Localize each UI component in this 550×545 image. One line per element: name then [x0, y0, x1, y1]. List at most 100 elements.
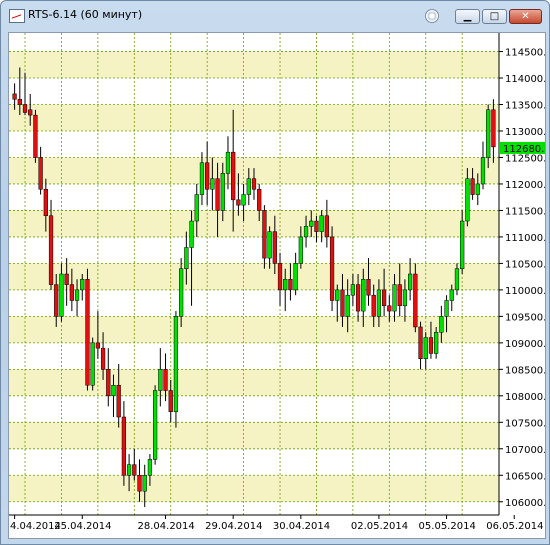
candle-body: [64, 273, 69, 285]
candle-body: [329, 236, 335, 301]
candle-body: [319, 215, 324, 232]
candle-body: [163, 369, 168, 391]
candle-body: [480, 157, 486, 185]
y-tick-label: 110000.: [505, 286, 545, 297]
y-tick-label: 112000.: [505, 180, 545, 191]
candle-body: [74, 289, 80, 301]
candle-body: [100, 347, 106, 370]
candle-body: [158, 369, 163, 391]
y-tick-label: 114500.: [505, 48, 545, 59]
candle-body: [28, 109, 33, 116]
candle-body: [85, 279, 90, 386]
title-bar[interactable]: RTS-6.14 (60 минут) ▁ □ ✕: [1, 1, 549, 31]
candle-body: [241, 194, 246, 206]
candle-body: [465, 178, 470, 222]
circle-icon[interactable]: [425, 9, 439, 23]
minimize-icon: ▁: [463, 11, 472, 22]
candle-body: [345, 294, 350, 317]
candle-body: [335, 289, 340, 301]
candle-body: [397, 284, 402, 307]
y-tick-label: 111000.: [505, 233, 545, 244]
candlestick-chart[interactable]: 106000. 106500. 107000. 107500. 108000. 10850…: [9, 33, 545, 538]
candle-body: [95, 342, 100, 349]
x-date-label: 30.04.2014: [273, 521, 330, 532]
candle-body: [59, 273, 64, 317]
candle-body: [231, 151, 236, 201]
x-date-label: 05.05.2014: [419, 521, 476, 532]
y-tick-label: 114000.: [505, 74, 545, 85]
chart-area[interactable]: 106000. 106500. 107000. 107500. 108000. 10850…: [8, 32, 546, 539]
candle-body: [340, 289, 345, 317]
candle-body: [152, 390, 158, 460]
candle-body: [387, 305, 392, 312]
candle-body: [428, 337, 434, 354]
minimize-button[interactable]: ▁: [455, 9, 480, 24]
candle-body: [324, 215, 329, 238]
x-date-label: 25.04.2014: [54, 521, 111, 532]
candle-body: [439, 316, 444, 333]
last-price-label: 112680.: [503, 144, 544, 155]
candle-body: [48, 215, 54, 285]
candle-body: [486, 109, 491, 158]
candle-body: [126, 464, 132, 476]
candle-body: [371, 294, 376, 317]
y-tick-label: 109500.: [505, 312, 545, 323]
maximize-button[interactable]: □: [482, 9, 507, 24]
candle-body: [246, 178, 251, 195]
candle-body: [205, 162, 210, 190]
y-tick-label: 107000.: [505, 445, 545, 456]
candle-body: [54, 284, 59, 317]
y-tick-label: 113000.: [505, 127, 545, 138]
candle-body: [184, 247, 189, 269]
candle-body: [147, 459, 153, 476]
candle-body: [38, 157, 43, 190]
candle-body: [106, 369, 111, 397]
x-date-label: 02.05.2014: [351, 521, 408, 532]
y-tick-label: 108500.: [505, 365, 545, 376]
candle-body: [189, 220, 194, 248]
close-button[interactable]: ✕: [509, 9, 542, 24]
candle-body: [142, 475, 147, 492]
candle-body: [80, 279, 85, 291]
candle-body: [262, 210, 267, 259]
candle-body: [381, 289, 387, 307]
candle-body: [220, 173, 225, 211]
candle-body: [355, 284, 361, 312]
y-tick-label: 108000.: [505, 392, 545, 403]
candle-body: [137, 475, 142, 492]
x-date-label: 06.05.2014: [486, 521, 543, 532]
candle-body: [303, 226, 309, 238]
candle-body: [199, 162, 205, 195]
x-date-label: 29.04.2014: [205, 521, 262, 532]
y-tick-label: 112500.: [505, 153, 545, 164]
candle-body: [12, 93, 17, 100]
window-title: RTS-6.14 (60 минут): [28, 8, 143, 21]
candle-body: [423, 337, 428, 359]
candle-body: [173, 316, 179, 412]
candle-body: [194, 194, 199, 222]
y-tick-label: 106000.: [505, 498, 545, 509]
candle-body: [298, 236, 303, 264]
candle-body: [272, 231, 277, 264]
x-date-label: 28.04.2014: [138, 521, 195, 532]
candle-body: [225, 151, 231, 174]
close-icon: ✕: [521, 11, 530, 22]
candle-body: [402, 289, 408, 307]
candle-body: [434, 332, 439, 354]
candle-body: [475, 183, 480, 195]
candle-body: [33, 114, 38, 158]
candle-body: [111, 384, 116, 397]
y-tick-label: 107500.: [505, 418, 545, 429]
candle-body: [283, 279, 288, 291]
candle-body: [168, 390, 173, 412]
candle-body: [288, 279, 293, 291]
maximize-icon: □: [489, 11, 500, 22]
candle-body: [22, 104, 28, 113]
candle-body: [314, 220, 319, 232]
candle-body: [350, 284, 356, 296]
candle-body: [408, 273, 413, 291]
candle-body: [257, 189, 262, 211]
candle-body: [132, 464, 137, 476]
candle-body: [376, 289, 382, 317]
candle-body: [179, 268, 184, 317]
